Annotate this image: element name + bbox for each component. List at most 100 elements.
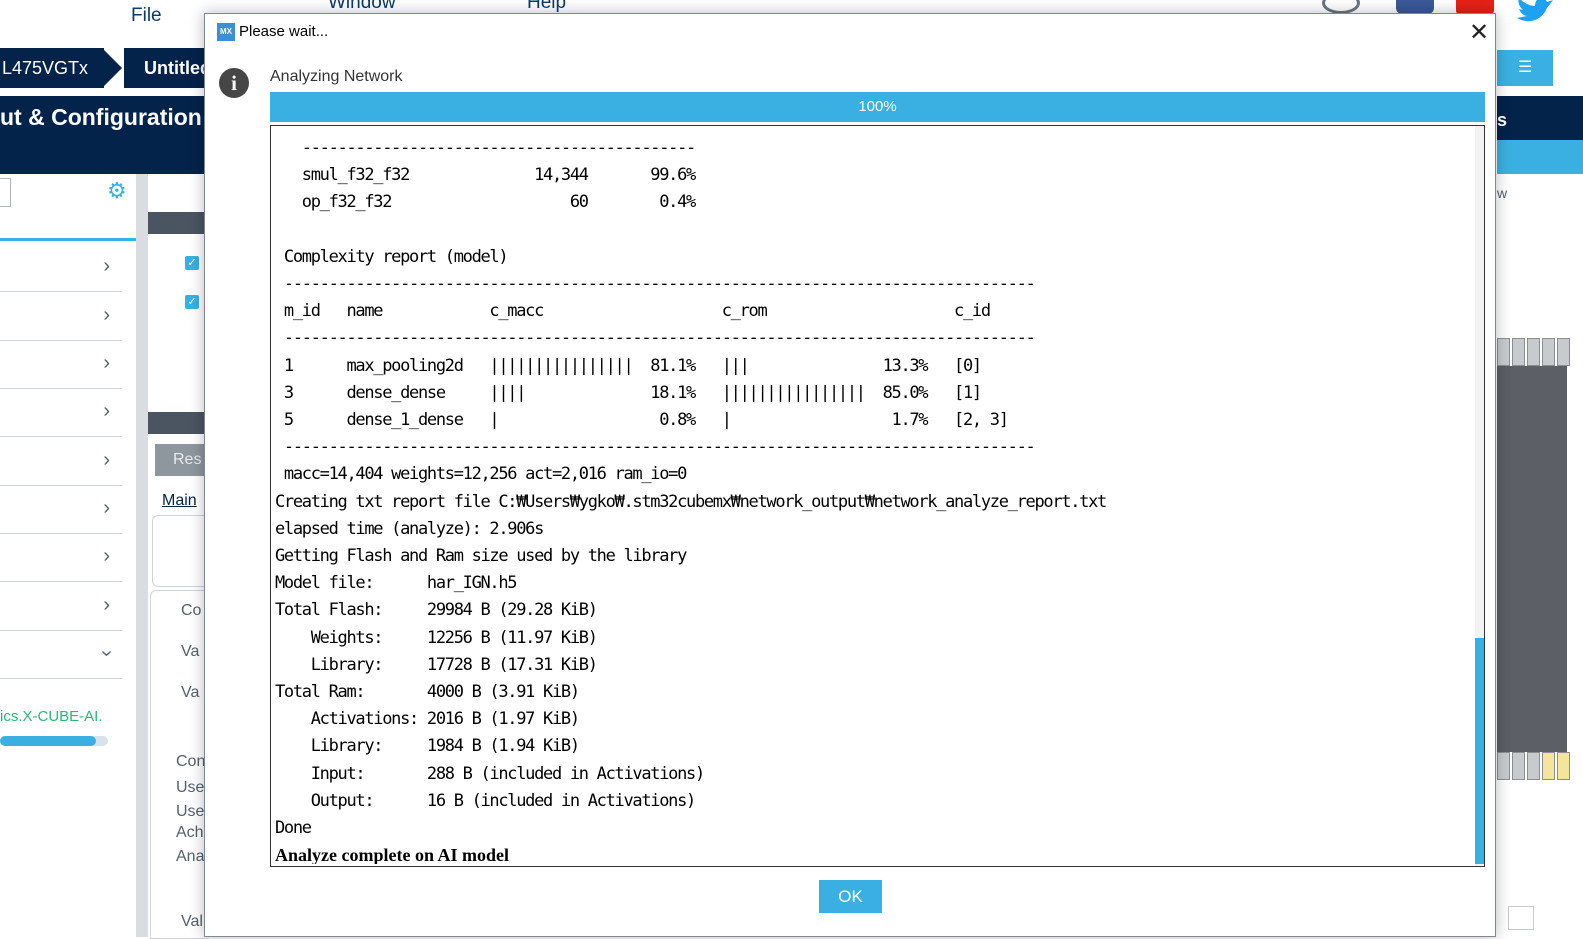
chevron-right-icon: › bbox=[103, 497, 110, 519]
log-line: macc=14,404 weights=12,256 act=2,016 ram… bbox=[275, 464, 687, 485]
twitter-icon[interactable] bbox=[1515, 0, 1555, 30]
category-row[interactable]: › bbox=[0, 582, 122, 631]
pin[interactable] bbox=[1542, 752, 1555, 780]
config-label: Con bbox=[176, 753, 206, 770]
please-wait-dialog: MX Please wait... ✕ i Analyzing Network … bbox=[204, 13, 1496, 937]
category-row[interactable]: › bbox=[0, 292, 122, 341]
config-label: Ach bbox=[176, 824, 204, 841]
progress-bar: 100% bbox=[270, 92, 1485, 122]
category-row[interactable]: › bbox=[0, 485, 122, 534]
category-row-expanded[interactable]: › bbox=[0, 630, 122, 679]
menu-icon[interactable]: ☰ bbox=[1497, 50, 1553, 86]
category-row[interactable]: › bbox=[0, 533, 122, 582]
log-line: Library: 17728 B (17.31 KiB) bbox=[275, 654, 598, 675]
log-line: smul_f32_f32 14,344 99.6% bbox=[275, 165, 696, 186]
menu-file[interactable]: File bbox=[131, 5, 162, 27]
reset-button[interactable]: Res bbox=[155, 444, 208, 476]
close-icon[interactable]: ✕ bbox=[1467, 18, 1491, 47]
info-icon: i bbox=[219, 68, 249, 98]
pin[interactable] bbox=[1527, 338, 1540, 366]
right-header-label: s bbox=[1497, 110, 1508, 130]
config-label: Va bbox=[181, 643, 200, 660]
log-text-area[interactable]: ----------------------------------------… bbox=[275, 130, 1470, 864]
ok-button[interactable]: OK bbox=[819, 880, 882, 913]
category-row[interactable]: › bbox=[0, 340, 122, 389]
log-line: ----------------------------------------… bbox=[275, 437, 1036, 458]
category-row[interactable]: › bbox=[0, 437, 122, 486]
install-progress-fill bbox=[0, 736, 96, 746]
pin[interactable] bbox=[1527, 752, 1540, 780]
right-header-band bbox=[1497, 140, 1583, 174]
log-line: Output: 16 B (included in Activations) bbox=[275, 790, 697, 811]
config-box bbox=[152, 515, 209, 587]
pin[interactable] bbox=[1512, 752, 1525, 780]
chevron-down-icon: › bbox=[96, 650, 119, 657]
pin[interactable] bbox=[1497, 752, 1510, 780]
pin[interactable] bbox=[1497, 338, 1510, 366]
config-label: Ana bbox=[176, 848, 205, 865]
log-line: elapsed time (analyze): 2.906s bbox=[275, 518, 544, 539]
log-line: m_id name c_macc c_rom c_id bbox=[275, 301, 991, 322]
pinout-title[interactable]: ut & Configuration bbox=[0, 104, 202, 131]
log-line: Creating txt report file C:₩Users₩ygko₩.… bbox=[275, 491, 1107, 512]
menu-help[interactable]: Help bbox=[527, 0, 566, 14]
breadcrumb-arrow bbox=[102, 48, 122, 88]
chevron-right-icon: › bbox=[103, 545, 110, 567]
checkbox[interactable]: ✓ bbox=[185, 295, 199, 309]
pinout-view-label: w bbox=[1497, 185, 1508, 201]
category-row[interactable]: › bbox=[0, 243, 122, 292]
log-line: ----------------------------------------… bbox=[275, 328, 1036, 349]
status-label: Analyzing Network bbox=[270, 68, 403, 85]
config-label: Use bbox=[176, 803, 205, 820]
mode-header bbox=[148, 212, 208, 234]
zoom-icon[interactable] bbox=[1508, 906, 1534, 930]
log-line: Total Ram: 4000 B (3.91 KiB) bbox=[275, 682, 580, 702]
checkbox[interactable]: ✓ bbox=[185, 256, 199, 270]
log-line: op_f32_f32 60 0.4% bbox=[275, 192, 696, 213]
scrollbar-thumb[interactable] bbox=[1475, 638, 1484, 864]
stm32cubemx-logo-icon: MX bbox=[217, 23, 235, 41]
chevron-right-icon: › bbox=[103, 449, 110, 471]
menu-window[interactable]: Window bbox=[328, 0, 396, 14]
config-label: Co bbox=[181, 602, 202, 619]
log-line: Getting Flash and Ram size used by the l… bbox=[275, 546, 687, 566]
log-line: Library: 1984 B (1.94 KiB) bbox=[275, 736, 580, 757]
panel-underline bbox=[0, 238, 136, 241]
log-line: Complexity report (model) bbox=[275, 246, 509, 267]
log-final-message: Analyze complete on AI model bbox=[275, 845, 509, 864]
log-line: ----------------------------------------… bbox=[275, 274, 1036, 294]
log-line: Total Flash: 29984 B (29.28 KiB) bbox=[275, 600, 598, 621]
breadcrumb-mcu[interactable]: L475VGTx bbox=[0, 48, 104, 88]
chevron-right-icon: › bbox=[103, 304, 110, 326]
tab-main[interactable]: Main bbox=[162, 492, 197, 510]
gear-icon[interactable]: ⚙ bbox=[107, 178, 127, 204]
log-line: Model file: har_IGN.h5 bbox=[275, 573, 518, 594]
chevron-right-icon: › bbox=[103, 594, 110, 616]
pin[interactable] bbox=[1542, 338, 1555, 366]
log-line: 3 dense_dense |||| 18.1% |||||||||||||||… bbox=[275, 382, 982, 403]
category-dropdown[interactable] bbox=[0, 178, 11, 207]
config-label: Val bbox=[181, 913, 203, 930]
category-row[interactable]: › bbox=[0, 388, 122, 437]
log-line: 5 dense_1_dense | 0.8% | 1.7% [2, 3] bbox=[275, 410, 1009, 430]
pin[interactable] bbox=[1512, 338, 1525, 366]
log-line: Weights: 12256 B (11.97 KiB) bbox=[275, 627, 598, 648]
mcu-chip[interactable] bbox=[1497, 366, 1567, 752]
dialog-title: Please wait... bbox=[239, 23, 329, 40]
log-line: ----------------------------------------… bbox=[275, 138, 696, 158]
x-cube-ai-link[interactable]: ics.X-CUBE-AI. bbox=[0, 708, 103, 725]
config-label: Va bbox=[181, 684, 200, 701]
pin[interactable] bbox=[1557, 338, 1570, 366]
facebook-icon[interactable] bbox=[1396, 0, 1434, 14]
chevron-right-icon: › bbox=[103, 400, 110, 422]
log-output[interactable]: ----------------------------------------… bbox=[270, 125, 1485, 867]
config-label: Use bbox=[176, 779, 205, 796]
pin[interactable] bbox=[1557, 752, 1570, 780]
chevron-right-icon: › bbox=[103, 352, 110, 374]
configuration-header bbox=[148, 412, 208, 434]
log-line: Input: 288 B (included in Activations) bbox=[275, 763, 705, 784]
panel-divider[interactable] bbox=[136, 174, 148, 937]
log-line: Activations: 2016 B (1.97 KiB) bbox=[275, 709, 580, 730]
breadcrumb-project[interactable]: Untitled bbox=[124, 48, 214, 88]
chevron-right-icon: › bbox=[103, 255, 110, 277]
